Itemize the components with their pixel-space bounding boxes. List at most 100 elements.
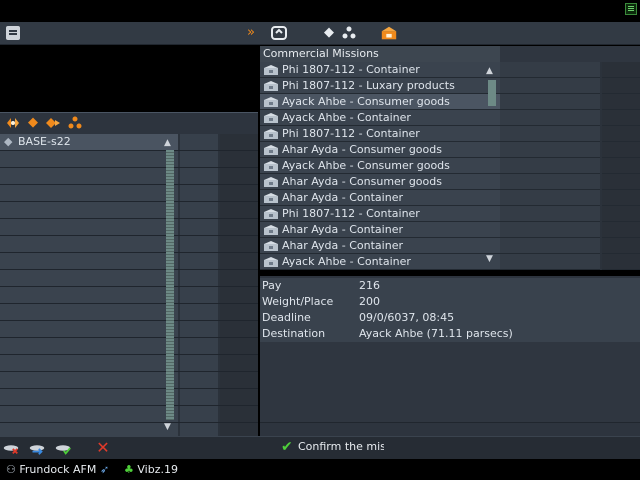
- cargo-icon: [263, 241, 279, 251]
- list-item[interactable]: [0, 253, 258, 270]
- mission-label: Ayack Ahbe - Consumer goods: [282, 159, 450, 172]
- diamond-icon[interactable]: ◆: [320, 24, 338, 42]
- weight-label: Weight/Place: [262, 295, 334, 308]
- left-scrollbar[interactable]: [166, 150, 174, 420]
- ship-icon[interactable]: ➶: [100, 462, 109, 477]
- player-name: Frundock AFM: [19, 463, 97, 476]
- base-name: BASE-s22: [18, 135, 71, 148]
- scroll-up-icon[interactable]: ▲: [164, 138, 171, 148]
- list-item[interactable]: [0, 270, 258, 287]
- mission-details: Pay 216 Weight/Place 200 Deadline 09/0/6…: [260, 276, 640, 436]
- cycle-icon[interactable]: [270, 24, 288, 42]
- ship-transfer-icon[interactable]: [28, 439, 46, 457]
- list-item[interactable]: [0, 355, 258, 372]
- menu-icon[interactable]: [6, 26, 20, 40]
- player-item[interactable]: ⚇ Frundock AFM: [6, 462, 96, 477]
- cargo-icon: [263, 97, 279, 107]
- mission-row[interactable]: Ayack Ahbe - Consumer goods: [260, 158, 640, 174]
- deadline-label: Deadline: [262, 311, 311, 324]
- list-item[interactable]: [0, 423, 258, 436]
- pay-value: 216: [359, 279, 380, 292]
- cargo-icon: [263, 81, 279, 91]
- diamond-arrow-icon[interactable]: [44, 114, 62, 132]
- list-item[interactable]: [0, 236, 258, 253]
- mission-label: Ahar Ayda - Container: [282, 223, 403, 236]
- cargo-icon: [263, 65, 279, 75]
- mission-row[interactable]: Phi 1807-112 - Container: [260, 126, 640, 142]
- base-item[interactable]: ◆ BASE-s22: [4, 135, 71, 149]
- split-icon[interactable]: [4, 114, 22, 132]
- fast-forward-icon[interactable]: »: [242, 24, 260, 42]
- mission-row[interactable]: Phi 1807-112 - Container: [260, 206, 640, 222]
- list-item[interactable]: [0, 202, 258, 219]
- stack-icon[interactable]: [340, 24, 358, 42]
- toolbar: » ◆: [0, 22, 640, 45]
- list-item[interactable]: [0, 185, 258, 202]
- missions-title: Commercial Missions: [260, 46, 503, 62]
- destination-row: Destination Ayack Ahbe (71.11 parsecs): [260, 326, 640, 343]
- list-item[interactable]: [0, 389, 258, 406]
- list-item[interactable]: [0, 151, 258, 168]
- details-blank-row: [260, 374, 640, 391]
- details-blank-row: [260, 358, 640, 375]
- credits-icon: ♣: [124, 463, 134, 476]
- list-item[interactable]: [0, 168, 258, 185]
- missions-scrollbar[interactable]: [488, 80, 496, 106]
- cargo-icon: [263, 177, 279, 187]
- cargo-icon: [263, 225, 279, 235]
- list-item[interactable]: [0, 321, 258, 338]
- mission-row[interactable]: Phi 1807-112 - Luxary products: [260, 78, 640, 94]
- confirm-mission-button[interactable]: ✔ Confirm the missio: [278, 438, 384, 456]
- header-filler: [500, 46, 640, 62]
- mission-row[interactable]: Ahar Ayda - Container: [260, 222, 640, 238]
- missions-list[interactable]: Phi 1807-112 - Container Phi 1807-112 - L…: [260, 62, 640, 270]
- destination-value: Ayack Ahbe (71.11 parsecs): [359, 327, 513, 340]
- top-bar: [0, 0, 640, 22]
- cargo-icon: [263, 209, 279, 219]
- missions-scroll-up-icon[interactable]: ▲: [486, 66, 493, 76]
- list-item[interactable]: [0, 372, 258, 389]
- mission-row[interactable]: Ahar Ayda - Container: [260, 190, 640, 206]
- mission-label: Phi 1807-112 - Container: [282, 127, 420, 140]
- player-icon: ⚇: [6, 463, 16, 476]
- mission-row[interactable]: Ayack Ahbe - Container: [260, 254, 640, 270]
- mission-label: Ahar Ayda - Consumer goods: [282, 175, 442, 188]
- mission-row[interactable]: Ayack Ahbe - Consumer goods: [260, 94, 640, 110]
- cargo-icon: [263, 129, 279, 139]
- list-item[interactable]: [0, 219, 258, 236]
- credits-item[interactable]: ♣ Vibz.19: [124, 462, 178, 477]
- weight-row: Weight/Place 200: [260, 294, 640, 311]
- list-item[interactable]: [0, 338, 258, 355]
- mission-label: Phi 1807-112 - Container: [282, 207, 420, 220]
- pay-row: Pay 216: [260, 278, 640, 295]
- cargo-icon: [263, 145, 279, 155]
- list-item[interactable]: [0, 406, 258, 423]
- details-blank-row: [260, 342, 640, 359]
- cargo-mission-icon[interactable]: [380, 24, 398, 42]
- check-icon: ✔: [281, 439, 293, 455]
- mission-label: Ahar Ayda - Container: [282, 239, 403, 252]
- ship-accept-icon[interactable]: [54, 439, 72, 457]
- missions-scroll-down-icon[interactable]: ▼: [486, 254, 493, 264]
- stack-orange-icon[interactable]: [66, 114, 84, 132]
- cancel-icon[interactable]: ✕: [94, 439, 112, 457]
- deadline-row: Deadline 09/0/6037, 08:45: [260, 310, 640, 327]
- base-icon: ◆: [4, 135, 13, 148]
- mission-row[interactable]: Ahar Ayda - Container: [260, 238, 640, 254]
- scroll-down-icon[interactable]: ▼: [164, 422, 171, 432]
- list-item[interactable]: [0, 304, 258, 321]
- ship-remove-icon[interactable]: [2, 439, 20, 457]
- diamond-orange-icon[interactable]: ◆: [24, 114, 42, 132]
- mission-row[interactable]: Ahar Ayda - Consumer goods: [260, 142, 640, 158]
- mission-row[interactable]: Ayack Ahbe - Container: [260, 110, 640, 126]
- cargo-icon: [263, 257, 279, 267]
- mission-row[interactable]: Phi 1807-112 - Container: [260, 62, 640, 78]
- status-bar: ⚇ Frundock AFM ➶ ♣ Vibz.19: [0, 459, 640, 480]
- mission-row[interactable]: Ahar Ayda - Consumer goods: [260, 174, 640, 190]
- mission-label: Phi 1807-112 - Luxary products: [282, 79, 455, 92]
- mission-label: Phi 1807-112 - Container: [282, 63, 420, 76]
- list-item[interactable]: [0, 287, 258, 304]
- details-blank-row: [260, 390, 640, 407]
- base-list[interactable]: [0, 134, 258, 436]
- system-menu-icon[interactable]: [625, 3, 637, 15]
